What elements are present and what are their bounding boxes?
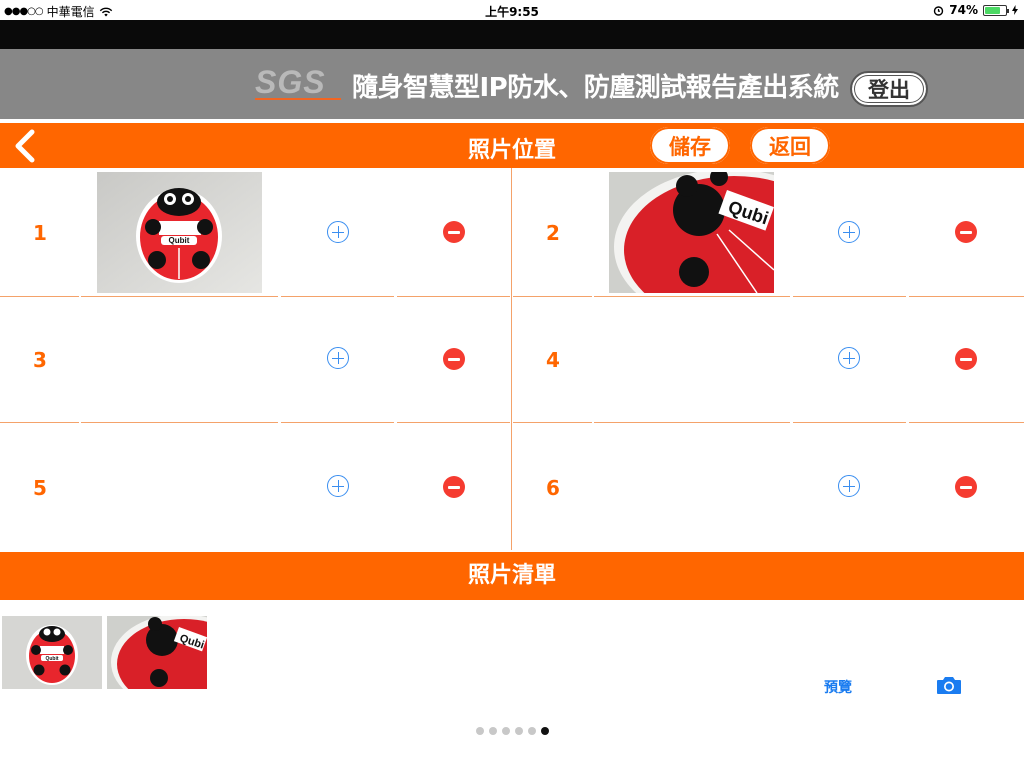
photo-list-thumbnail-2[interactable]: Qubi — [107, 616, 207, 689]
add-photo-button-6[interactable] — [838, 475, 860, 497]
charging-icon — [1012, 5, 1018, 15]
add-photo-button-3[interactable] — [327, 347, 349, 369]
page-dot[interactable] — [489, 727, 497, 735]
page-title: 照片位置 — [467, 138, 556, 163]
camera-icon[interactable] — [936, 675, 962, 695]
battery-icon — [983, 4, 1009, 16]
slot-number-1: 1 — [33, 221, 47, 245]
page-indicator[interactable] — [476, 727, 549, 735]
sgs-logo: SGS — [255, 64, 341, 102]
delete-photo-button-4[interactable] — [955, 348, 977, 370]
slot-number-6: 6 — [546, 476, 560, 500]
top-black-bar — [0, 20, 1024, 49]
preview-button[interactable]: 預覽 — [824, 677, 852, 697]
add-photo-button-5[interactable] — [327, 475, 349, 497]
logout-button[interactable]: 登出 — [850, 71, 928, 107]
add-photo-button-1[interactable] — [327, 221, 349, 243]
clock: 上午9:55 — [485, 5, 539, 19]
battery-percent: 74% — [949, 3, 978, 17]
photo-list-thumbnail-1[interactable]: Qubit — [2, 616, 102, 689]
slot-number-5: 5 — [33, 476, 47, 500]
delete-photo-button-2[interactable] — [955, 221, 977, 243]
page-dot[interactable] — [502, 727, 510, 735]
column-divider — [511, 168, 512, 550]
delete-photo-button-3[interactable] — [443, 348, 465, 370]
page-dot[interactable] — [541, 727, 549, 735]
page-dot[interactable] — [476, 727, 484, 735]
page-dot[interactable] — [528, 727, 536, 735]
photo-list-header: 照片清單 — [0, 552, 1024, 600]
slot-number-2: 2 — [546, 221, 560, 245]
add-photo-button-2[interactable] — [838, 221, 860, 243]
slot-number-4: 4 — [546, 348, 560, 372]
status-right: 74% — [933, 3, 1018, 17]
photo-position-navbar: 照片位置 儲存 返回 — [0, 123, 1024, 168]
slot-photo-1[interactable]: Qubit — [97, 172, 262, 293]
add-photo-button-4[interactable] — [838, 347, 860, 369]
delete-photo-button-6[interactable] — [955, 476, 977, 498]
svg-text:Qubit: Qubit — [45, 656, 58, 662]
app-header: SGS 隨身智慧型IP防水、防塵測試報告產出系統 登出 — [0, 49, 1024, 119]
delete-photo-button-5[interactable] — [443, 476, 465, 498]
svg-text:Qubit: Qubit — [169, 236, 190, 245]
slot-number-3: 3 — [33, 348, 47, 372]
app-title: 隨身智慧型IP防水、防塵測試報告產出系統 — [352, 73, 839, 103]
slot-photo-2[interactable]: Qubi — [609, 172, 774, 293]
page-dot[interactable] — [515, 727, 523, 735]
delete-photo-button-1[interactable] — [443, 221, 465, 243]
return-button[interactable]: 返回 — [750, 127, 830, 164]
status-bar: ●●●○○ 中華電信 上午9:55 74% — [0, 0, 1024, 20]
alarm-icon — [934, 5, 944, 16]
save-button[interactable]: 儲存 — [650, 127, 730, 164]
